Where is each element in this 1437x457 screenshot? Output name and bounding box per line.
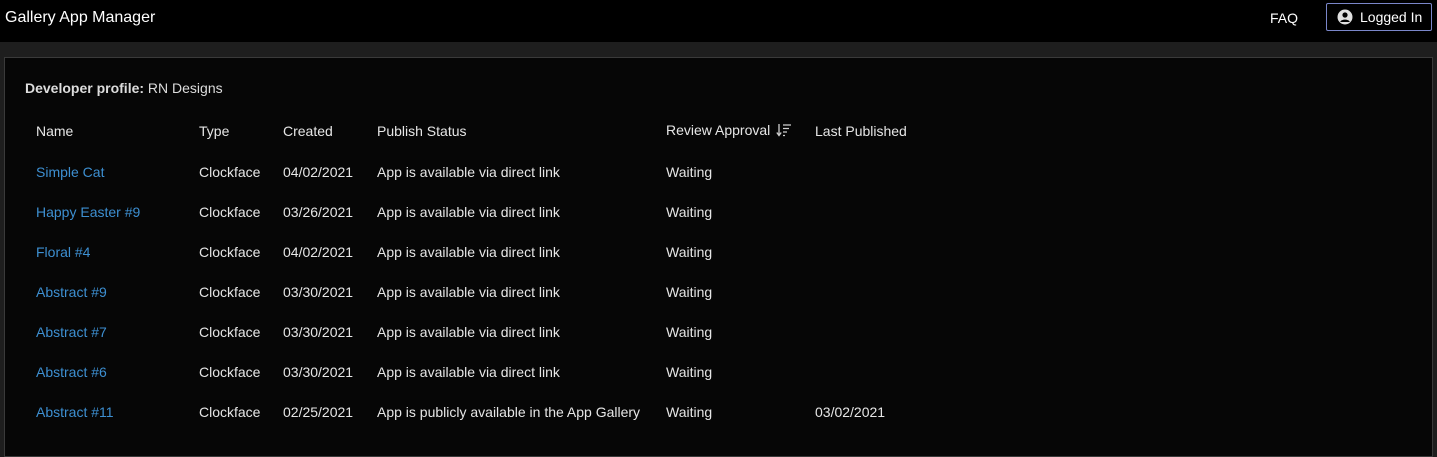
app-name-link[interactable]: Abstract #7 xyxy=(36,324,107,340)
table-row: Simple Cat Clockface 04/02/2021 App is avai… xyxy=(25,152,965,192)
faq-link[interactable]: FAQ xyxy=(1270,10,1298,26)
cell-type: Clockface xyxy=(199,164,261,180)
user-icon xyxy=(1337,9,1353,25)
table-row: Happy Easter #9 Clockface 03/26/2021 App is… xyxy=(25,192,965,232)
column-header-review-approval[interactable]: Review Approval xyxy=(655,110,804,152)
column-header-publish-status[interactable]: Publish Status xyxy=(366,110,655,152)
cell-type: Clockface xyxy=(199,204,261,220)
cell-type: Clockface xyxy=(199,284,261,300)
app-name-link[interactable]: Abstract #6 xyxy=(36,364,107,380)
cell-name: Abstract #9 xyxy=(25,272,188,312)
review-approval-label: Review Approval xyxy=(666,122,771,139)
table-row: Abstract #9 Clockface 03/30/2021 App is ava… xyxy=(25,272,965,312)
column-header-name[interactable]: Name xyxy=(25,110,188,152)
table-row: Abstract #6 Clockface 03/30/2021 App is ava… xyxy=(25,352,965,392)
developer-profile-value: RN Designs xyxy=(147,80,223,96)
app-name-link[interactable]: Happy Easter #9 xyxy=(36,204,140,220)
cell-created: 03/26/2021 xyxy=(283,204,354,220)
logged-in-button[interactable]: Logged In xyxy=(1326,3,1432,31)
cell-review-approval: Waiting xyxy=(666,204,713,220)
cell-review-approval: Waiting xyxy=(666,404,713,420)
cell-created: 04/02/2021 xyxy=(283,244,354,260)
cell-publish-status: App is available via direct link xyxy=(377,284,560,300)
app-name-link[interactable]: Floral #4 xyxy=(36,244,90,260)
app-name-link[interactable]: Abstract #11 xyxy=(36,404,114,420)
column-header-last-published[interactable]: Last Published xyxy=(804,110,965,152)
cell-type: Clockface xyxy=(199,324,261,340)
cell-created: 03/30/2021 xyxy=(283,284,354,300)
developer-profile-label: Developer profile: xyxy=(25,80,145,96)
cell-review-approval: Waiting xyxy=(666,284,713,300)
cell-publish-status: App is available via direct link xyxy=(377,164,560,180)
app-name-link[interactable]: Simple Cat xyxy=(36,164,104,180)
cell-type: Clockface xyxy=(199,364,261,380)
cell-publish-status: App is available via direct link xyxy=(377,364,560,380)
cell-last-published xyxy=(804,152,965,192)
cell-name: Abstract #7 xyxy=(25,312,188,352)
cell-name: Happy Easter #9 xyxy=(25,192,188,232)
cell-type: Clockface xyxy=(199,244,261,260)
logged-in-label: Logged In xyxy=(1360,9,1423,25)
cell-name: Abstract #11 xyxy=(25,392,188,432)
top-bar: Gallery App Manager FAQ Logged In xyxy=(0,0,1437,42)
cell-publish-status: App is publicly available in the App Gal… xyxy=(377,404,641,420)
cell-created: 03/30/2021 xyxy=(283,324,354,340)
cell-name: Simple Cat xyxy=(25,152,188,192)
app-name-link[interactable]: Abstract #9 xyxy=(36,284,107,300)
cell-created: 03/30/2021 xyxy=(283,364,354,380)
cell-publish-status: App is available via direct link xyxy=(377,244,560,260)
table-row: Abstract #7 Clockface 03/30/2021 App is ava… xyxy=(25,312,965,352)
cell-last-published xyxy=(804,232,965,272)
sort-descending-icon[interactable] xyxy=(776,123,792,140)
cell-last-published xyxy=(804,312,965,352)
table-row: Floral #4 Clockface 04/02/2021 App is avail… xyxy=(25,232,965,272)
cell-last-published: 03/02/2021 xyxy=(815,404,886,420)
cell-created: 02/25/2021 xyxy=(283,404,354,420)
cell-review-approval: Waiting xyxy=(666,164,713,180)
cell-created: 04/02/2021 xyxy=(283,164,354,180)
cell-name: Abstract #6 xyxy=(25,352,188,392)
app-title: Gallery App Manager xyxy=(5,9,156,26)
cell-publish-status: App is available via direct link xyxy=(377,204,560,220)
cell-type: Clockface xyxy=(199,404,261,420)
cell-last-published xyxy=(804,272,965,312)
cell-last-published xyxy=(804,352,965,392)
column-header-created[interactable]: Created xyxy=(272,110,366,152)
table-header-row: Name Type Created Publish Status Review … xyxy=(25,110,965,152)
cell-review-approval: Waiting xyxy=(666,324,713,340)
developer-profile: Developer profile: RN Designs xyxy=(25,80,223,96)
cell-last-published xyxy=(804,192,965,232)
table-row: Abstract #11 Clockface 02/25/2021 App is pu… xyxy=(25,392,965,432)
cell-name: Floral #4 xyxy=(25,232,188,272)
column-header-type[interactable]: Type xyxy=(188,110,272,152)
apps-table: Name Type Created Publish Status Review … xyxy=(25,110,965,432)
cell-publish-status: App is available via direct link xyxy=(377,324,560,340)
cell-review-approval: Waiting xyxy=(666,244,713,260)
apps-panel: Developer profile: RN Designs Name Type … xyxy=(4,57,1433,457)
cell-review-approval: Waiting xyxy=(666,364,713,380)
